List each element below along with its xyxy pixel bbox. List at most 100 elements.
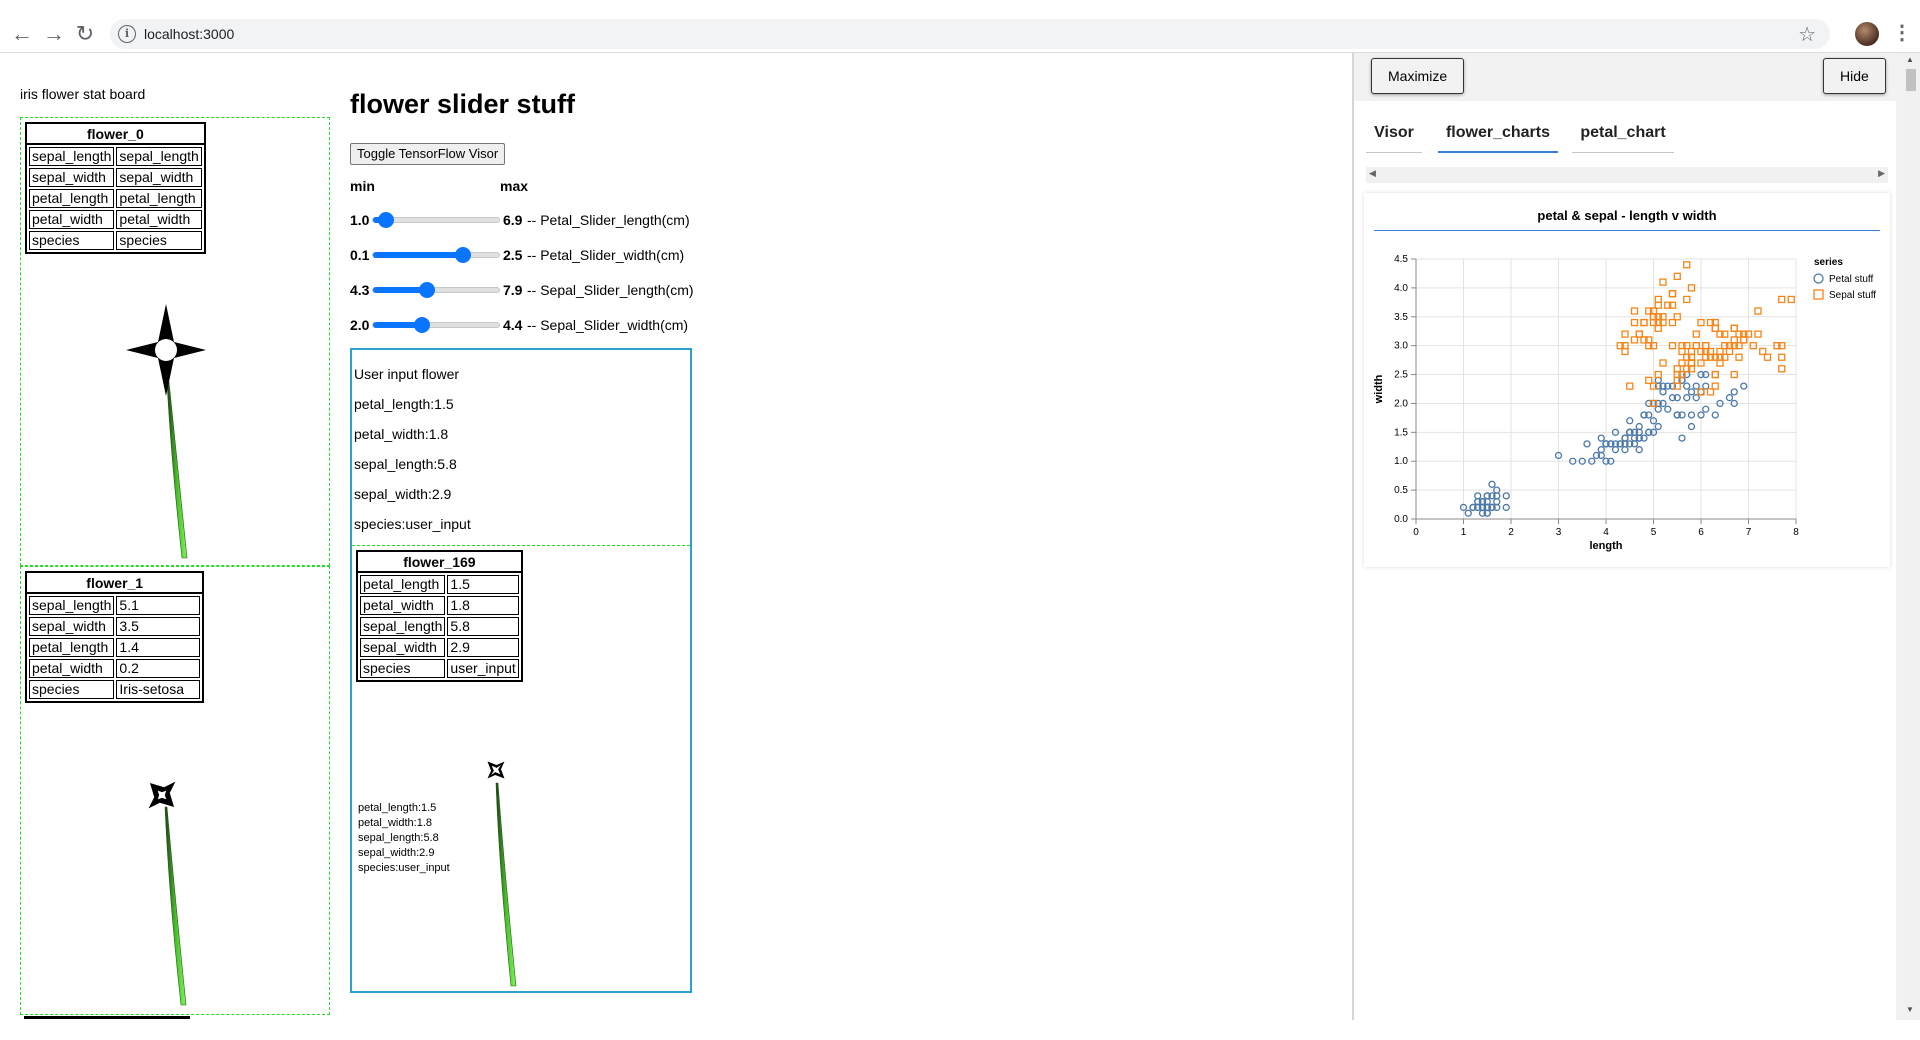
tfjs-visor-panel: Maximize Hide ▲ ▼ Visor flower_charts pe…: [1352, 53, 1920, 1020]
y-axis-label: width: [1373, 374, 1385, 404]
data-point-circle: [1730, 388, 1738, 396]
legend-swatch-square: [1813, 289, 1824, 300]
slider-min-value: 2.0: [350, 317, 370, 333]
data-point-square: [1683, 261, 1691, 269]
data-point-square: [1621, 330, 1629, 338]
y-tick-label: 4.0: [1394, 283, 1408, 294]
data-point-square: [1740, 336, 1748, 344]
slider-max-value: 2.5: [503, 247, 523, 263]
sepal-length-slider[interactable]: [372, 282, 500, 298]
data-point-circle: [1621, 434, 1629, 442]
tab-flower-charts[interactable]: flower_charts: [1438, 123, 1558, 153]
scroll-right-arrow-icon[interactable]: ▶: [1878, 168, 1885, 179]
data-point-square: [1659, 359, 1667, 367]
petal-width-slider[interactable]: [372, 247, 500, 263]
user-input-heading: User input flower: [354, 366, 460, 382]
data-point-square: [1678, 347, 1686, 356]
slider-max-value: 7.9: [503, 282, 523, 298]
flower-drawing: [487, 761, 517, 987]
forward-arrow-icon[interactable]: →: [40, 20, 68, 48]
data-point-circle: [1683, 382, 1691, 390]
slider-label: -- Sepal_Slider_width(cm): [527, 317, 689, 333]
user-input-flower-panel: User input flower petal_length:1.5 petal…: [350, 348, 692, 993]
y-tick-label: 1.0: [1394, 456, 1408, 467]
profile-avatar[interactable]: [1855, 22, 1879, 46]
data-point-square: [1621, 347, 1629, 356]
slider-min-value: 0.1: [350, 247, 370, 263]
scatter-chart: 0 1 2 3 4 5 6 7 8 0.0 0.5 1.0 1.5 2.0 2.5 3.0 3.5 4.0 4.5 l…: [1373, 254, 1876, 552]
slider-thumb[interactable]: [418, 282, 435, 298]
tab-scrollbar[interactable]: ◀ ▶: [1366, 167, 1888, 183]
data-point-circle: [1702, 382, 1710, 390]
y-tick-label: 4.5: [1394, 254, 1408, 265]
data-point-square: [1673, 365, 1681, 373]
hide-button[interactable]: Hide: [1823, 58, 1886, 94]
browser-menu-icon[interactable]: ⋮: [1892, 20, 1912, 45]
y-tick-label: 2.5: [1394, 370, 1408, 381]
tab-petal-chart[interactable]: petal_chart: [1572, 123, 1674, 153]
visor-scrollbar[interactable]: ▲ ▼: [1902, 53, 1920, 1020]
address-bar[interactable]: i localhost:3000 ☆: [110, 19, 1830, 49]
data-point-square: [1725, 347, 1734, 356]
x-tick-label: 8: [1793, 527, 1799, 538]
legend-label: Petal stuff: [1829, 274, 1874, 285]
data-point-circle: [1687, 388, 1696, 396]
data-point-square: [1730, 324, 1738, 332]
data-point-circle: [1464, 509, 1472, 517]
flower-card: flower_1 sepal_length 5.1 sepal_width 3.5 …: [20, 566, 330, 1015]
data-point-square: [1692, 330, 1700, 338]
data-point-circle: [1654, 376, 1662, 384]
slider-min-value: 1.0: [350, 212, 370, 228]
scroll-down-arrow-icon[interactable]: ▼: [1906, 1005, 1914, 1014]
data-point-square: [1716, 347, 1724, 356]
bookmark-star-icon[interactable]: ☆: [1798, 22, 1816, 47]
data-point-square: [1711, 324, 1719, 332]
slider-thumb[interactable]: [413, 317, 430, 333]
user-input-line: sepal_width:2.9: [354, 486, 452, 502]
flower-card: flower_169 petal_length 1.5 petal_width 1.…: [352, 545, 690, 991]
slider-label: -- Petal_Slider_width(cm): [527, 247, 685, 263]
user-input-line: petal_length:1.5: [354, 396, 454, 412]
slider-thumb[interactable]: [377, 212, 394, 228]
data-point-square: [1687, 359, 1696, 367]
y-tick-label: 1.5: [1394, 427, 1408, 438]
data-point-circle: [1502, 503, 1510, 512]
flower-drawing: [126, 304, 206, 559]
data-point-circle: [1474, 492, 1482, 500]
page-title: flower slider stuff: [350, 89, 576, 119]
data-point-square: [1640, 318, 1648, 327]
data-point-square: [1730, 336, 1738, 344]
slider-label: -- Petal_Slider_length(cm): [527, 212, 690, 228]
slider-thumb[interactable]: [454, 247, 471, 263]
legend-swatch-circle: [1813, 273, 1824, 284]
slider-label: -- Sepal_Slider_length(cm): [527, 282, 694, 298]
toggle-visor-button[interactable]: Toggle TensorFlow Visor: [350, 143, 506, 165]
scroll-thumb[interactable]: [1906, 69, 1916, 91]
y-tick-label: 0.5: [1394, 485, 1408, 496]
data-point-circle: [1635, 422, 1643, 431]
petal-length-slider[interactable]: [372, 212, 500, 228]
x-tick-label: 5: [1651, 527, 1657, 538]
data-point-circle: [1597, 446, 1605, 454]
data-point-square: [1659, 278, 1667, 286]
data-point-circle: [1692, 394, 1700, 402]
data-point-square: [1630, 307, 1639, 315]
url-text[interactable]: localhost:3000: [144, 26, 234, 42]
back-arrow-icon[interactable]: ←: [8, 20, 36, 48]
data-point-square: [1640, 318, 1648, 327]
maximize-button[interactable]: Maximize: [1371, 58, 1465, 94]
reload-icon[interactable]: ↻: [71, 20, 99, 48]
data-point-circle: [1687, 422, 1696, 431]
data-point-square: [1668, 318, 1677, 327]
slider-max-value: 6.9: [503, 212, 523, 228]
scroll-up-arrow-icon[interactable]: ▲: [1906, 55, 1914, 64]
sepal-width-slider[interactable]: [372, 317, 500, 333]
data-point-square: [1759, 347, 1767, 356]
scroll-left-arrow-icon[interactable]: ◀: [1369, 168, 1376, 179]
user-input-line: species:user_input: [354, 516, 471, 532]
user-input-line: petal_width:1.8: [354, 426, 449, 442]
slider-min-value: 4.3: [350, 282, 370, 298]
browser-toolbar: ← → ↻ i localhost:3000 ☆ ⋮: [0, 0, 1920, 53]
site-info-icon[interactable]: i: [118, 25, 136, 43]
tab-visor[interactable]: Visor: [1366, 123, 1422, 153]
